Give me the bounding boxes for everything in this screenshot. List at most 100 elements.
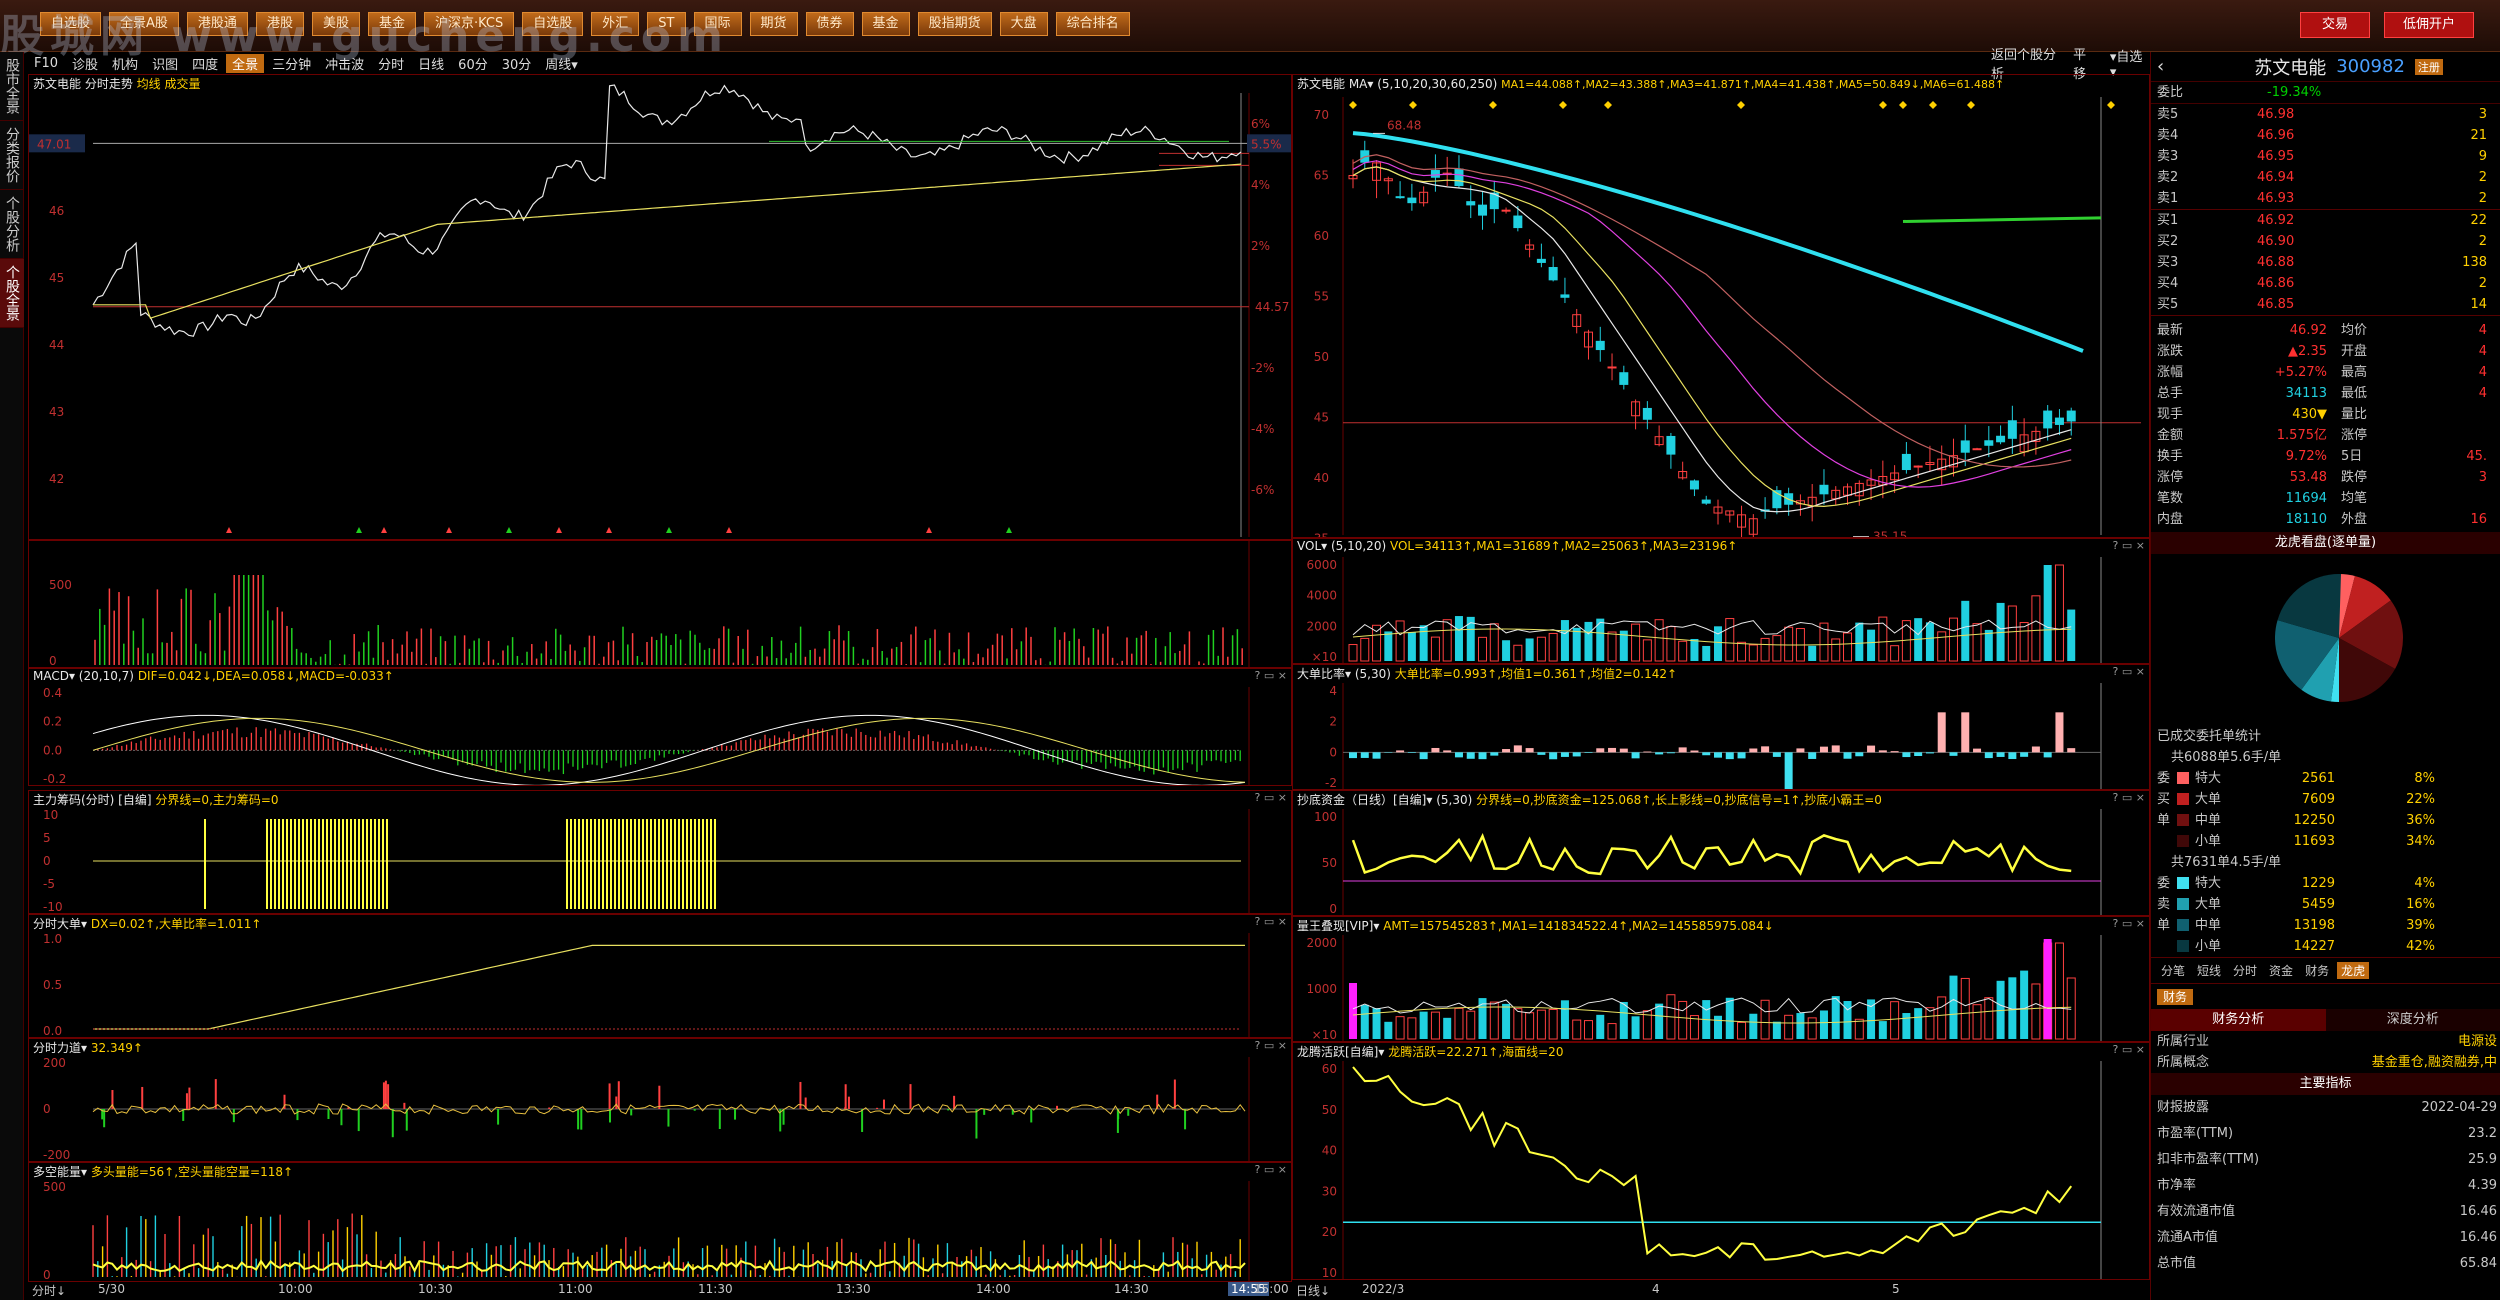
top-menu-item-15[interactable]: 大盘: [999, 12, 1048, 36]
toolbar-item-12[interactable]: 周线▾: [539, 54, 584, 73]
right-indicator-name-3: 量王叠现[VIP]▾: [1297, 919, 1380, 933]
top-menu-item-13[interactable]: 基金: [861, 12, 910, 36]
top-menu-item-5[interactable]: 基金: [367, 12, 416, 36]
quote-stat-value2: [2397, 488, 2487, 509]
right-indicator-panel-1[interactable]: 大单比率▾ (5,30) 大单比率=0.993↑,均值1=0.361↑,均值2=…: [1292, 664, 2150, 790]
toolbar-item-2[interactable]: 机构: [106, 54, 144, 73]
quote-tab-4[interactable]: 财务: [2301, 962, 2333, 979]
toolbar-item-11[interactable]: 30分: [496, 54, 538, 73]
toolbar-item-1[interactable]: 诊股: [66, 54, 104, 73]
top-menu-item-2[interactable]: 港股通: [186, 12, 248, 36]
top-menu-item-4[interactable]: 美股: [311, 12, 360, 36]
left-tab-2[interactable]: 个股分析: [0, 190, 24, 259]
toolbar-item-6[interactable]: 三分钟: [266, 54, 317, 73]
order-book-volume: 138: [2462, 255, 2487, 270]
panel-controls-icon[interactable]: ? ▭ ×: [2113, 791, 2145, 804]
toolbar-item-7[interactable]: 冲击波: [319, 54, 370, 73]
intraday-chart-panel[interactable]: 苏文电能 分时走势 均线 成交量 46 45 44 43 42 44.57 6% 4% 2% -2…: [28, 74, 1292, 540]
top-menu-item-7[interactable]: 自选股: [522, 12, 584, 36]
quote-tab-3[interactable]: 资金: [2265, 962, 2297, 979]
left-indicator-panel-0[interactable]: MACD▾ (20,10,7) DIF=0.042↓,DEA=0.058↓,MA…: [28, 668, 1292, 786]
left-indicator-panel-2[interactable]: 分时大单▾ DX=0.02↑,大单比率=1.011↑ ? ▭ × 1.0 0.5 0.0: [28, 914, 1292, 1038]
kline-title: 苏文电能 MA▾ (5,10,20,30,60,250) MA1=44.088↑…: [1297, 75, 2004, 93]
kline-y-tick: 45: [1314, 411, 1329, 425]
right-indicator-tick: 6000: [1306, 558, 1337, 572]
order-book-price: 46.98: [2257, 107, 2295, 122]
panel-controls-icon[interactable]: ? ▭ ×: [1255, 915, 1287, 928]
top-menu-item-6[interactable]: 沪深京·KCS: [423, 12, 515, 36]
quote-tab-1[interactable]: 短线: [2193, 962, 2225, 979]
panel-controls-icon[interactable]: ? ▭ ×: [2113, 917, 2145, 930]
panel-controls-icon[interactable]: ? ▭ ×: [2113, 665, 2145, 678]
quote-stat-label: 涨幅: [2157, 365, 2184, 380]
order-book-volume: 14: [2470, 297, 2487, 312]
toolbar-item-4[interactable]: 四度: [186, 54, 224, 73]
toolbar-item-10[interactable]: 60分: [452, 54, 494, 73]
toolbar-item-3[interactable]: 识图: [146, 54, 184, 73]
entrust-title: 已成交委托单统计: [2157, 729, 2262, 744]
toolbar-item-8[interactable]: 分时: [372, 54, 410, 73]
entrust-total: 共6088单5.6手/单: [2171, 750, 2282, 765]
top-menu-item-0[interactable]: 自选股: [40, 12, 102, 36]
trade-button[interactable]: 交易: [2300, 12, 2370, 38]
finance-row: 扣非市盈率(TTM) 25.9: [2151, 1147, 2500, 1173]
panel-controls-icon[interactable]: ? ▭ ×: [1255, 669, 1287, 682]
kline-y-tick: 50: [1314, 350, 1329, 364]
panel-controls-icon[interactable]: ? ▭ ×: [1255, 1163, 1287, 1176]
order-book-row: 卖5 46.98 3: [2151, 104, 2500, 125]
panel-controls-icon[interactable]: ? ▭ ×: [2113, 539, 2145, 552]
entrust-count: 5459: [2301, 897, 2335, 912]
top-menu-item-8[interactable]: 外汇: [591, 12, 640, 36]
quote-stat-label: 笔数: [2157, 491, 2184, 506]
finance-row: 市盈率(TTM) 23.2: [2151, 1121, 2500, 1147]
intraday-volume-panel[interactable]: 500 0: [28, 540, 1292, 668]
deep-analysis-tab[interactable]: 深度分析: [2325, 1009, 2500, 1031]
weibi-row: 委比 -19.34%: [2151, 82, 2500, 103]
kline-low-label: 35.15: [1873, 530, 1907, 538]
left-indicator-panel-3[interactable]: 分时力道▾ 32.349↑ ? ▭ × 200 0 -200: [28, 1038, 1292, 1162]
top-menu-item-16[interactable]: 综合排名: [1055, 12, 1130, 36]
back-arrow-icon[interactable]: ‹: [2157, 56, 2164, 77]
order-book-volume: 2: [2478, 234, 2487, 249]
top-menu-item-10[interactable]: 国际: [693, 12, 742, 36]
left-tab-1[interactable]: 分类报价: [0, 121, 24, 190]
toolbar-item-5[interactable]: 全景: [226, 53, 265, 73]
open-account-button[interactable]: 低佣开户: [2384, 12, 2474, 38]
weibi-value: -19.34%: [2267, 85, 2322, 100]
kline-svg: 706560555045403568.4835.15: [1314, 97, 2141, 538]
right-indicator-panel-3[interactable]: 量王叠现[VIP]▾ AMT=157545283↑,MA1=141834522.…: [1292, 916, 2150, 1042]
legend-swatch: [2177, 940, 2189, 952]
quote-tab-5[interactable]: 龙虎: [2337, 962, 2370, 979]
left-indicator-title-1: 主力筹码(分时) [自编] 分界线=0,主力筹码=0: [33, 791, 279, 809]
finance-label: 流通A市值: [2157, 1230, 2218, 1245]
top-menu-item-12[interactable]: 债券: [805, 12, 854, 36]
right-indicator-panel-0[interactable]: VOL▾ (5,10,20) VOL=34113↑,MA1=31689↑,MA2…: [1292, 538, 2150, 664]
top-menu-item-9[interactable]: ST: [647, 12, 686, 36]
panel-controls-icon[interactable]: ? ▭ ×: [1255, 791, 1287, 804]
panel-controls-icon[interactable]: ? ▭ ×: [2113, 1043, 2145, 1056]
left-tab-3[interactable]: 个股全景: [0, 259, 24, 328]
left-indicator-values-4: 多头量能=56↑,空头量能空量=118↑: [90, 1165, 294, 1179]
kline-chart-panel[interactable]: 苏文电能 MA▾ (5,10,20,30,60,250) MA1=44.088↑…: [1292, 74, 2150, 538]
top-menu-item-3[interactable]: 港股: [255, 12, 304, 36]
intraday-prev-close: 44.57: [1255, 300, 1289, 314]
quote-tab-0[interactable]: 分笔: [2157, 962, 2189, 979]
toolbar-item-9[interactable]: 日线: [412, 54, 450, 73]
right-indicator-panel-2[interactable]: 抄底资金（日线）[自编]▾ (5,30) 分界线=0,抄底资金=125.068↑…: [1292, 790, 2150, 916]
toolbar-item-0[interactable]: F10: [28, 56, 64, 71]
panel-controls-icon[interactable]: ? ▭ ×: [1255, 1039, 1287, 1052]
left-indicator-panel-1[interactable]: 主力筹码(分时) [自编] 分界线=0,主力筹码=0 ? ▭ × 10 5 0 -5 -10: [28, 790, 1292, 914]
quote-tab-2[interactable]: 分时: [2229, 962, 2261, 979]
finance-analysis-tab[interactable]: 财务分析: [2151, 1009, 2326, 1031]
order-book-price: 46.95: [2257, 149, 2295, 164]
right-indicator-panel-4[interactable]: 龙腾活跃[自编]▾ 龙腾活跃=22.271↑,海面线=20 ? ▭ × 60 50 40…: [1292, 1042, 2150, 1280]
left-indicator-tick: 0: [43, 1102, 51, 1116]
top-menu-item-1[interactable]: 全景A股: [109, 12, 179, 36]
finance-tab[interactable]: 财务: [2157, 989, 2194, 1005]
top-menu-item-14[interactable]: 股指期货: [917, 12, 992, 36]
top-menu-item-11[interactable]: 期货: [749, 12, 798, 36]
entrust-pct: 42%: [2406, 939, 2435, 954]
left-indicator-panel-4[interactable]: 多空能量▾ 多头量能=56↑,空头量能空量=118↑? ▭ × 500 0: [28, 1162, 1292, 1282]
left-tab-0[interactable]: 股市全景: [0, 52, 24, 121]
entrust-side: 买: [2157, 792, 2171, 807]
